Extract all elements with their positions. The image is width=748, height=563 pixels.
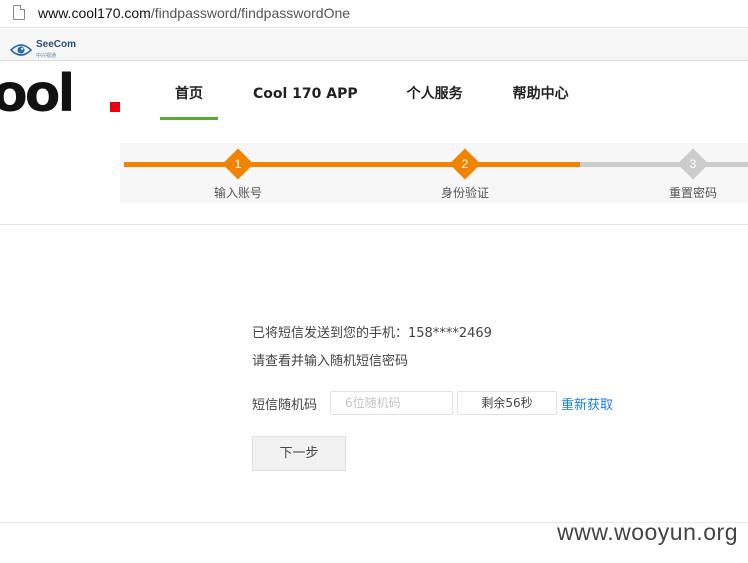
page-document-icon: [13, 5, 25, 20]
step-1-number: 1: [234, 157, 242, 171]
next-step-button[interactable]: 下一步: [252, 436, 346, 471]
progress-track-pending: [580, 162, 748, 167]
bookmark-seecom[interactable]: SeeCom 中兴视通: [9, 37, 77, 61]
step-2-number: 2: [461, 157, 469, 171]
sms-code-label: 短信随机码: [252, 398, 318, 413]
address-url[interactable]: www.cool170.com/findpassword/findpasswor…: [38, 4, 350, 22]
nav-item-personal-service[interactable]: 个人服务: [407, 62, 463, 120]
step-3-label: 重置密码: [668, 186, 717, 200]
browser-address-bar: www.cool170.com/findpassword/findpasswor…: [0, 0, 748, 28]
sms-code-row: 短信随机码 剩余56秒 重新获取: [252, 391, 692, 415]
nav-item-help-center[interactable]: 帮助中心: [513, 62, 569, 120]
sms-instruction: 请查看并输入随机短信密码: [252, 354, 409, 369]
url-domain: www.cool170.com: [38, 5, 151, 21]
step-1-marker: 1: [222, 148, 254, 180]
progress-steps: 1 输入账号 2 身份验证 3 重置密码: [120, 143, 748, 203]
sms-sent-message: 已将短信发送到您的手机：158****2469: [252, 326, 492, 341]
wooyun-watermark: www.wooyun.org: [557, 519, 738, 545]
seecom-name: SeeCom: [36, 39, 77, 50]
step-3-number: 3: [689, 157, 697, 171]
site-header: ool 首页 Cool 170 APP 个人服务 帮助中心: [0, 62, 748, 122]
step-2-marker: 2: [449, 148, 481, 180]
step-2-label: 身份验证: [440, 186, 489, 200]
step-3-marker: 3: [677, 148, 709, 180]
nav-item-home[interactable]: 首页: [160, 62, 218, 120]
progress-track-complete: [124, 162, 580, 167]
sms-code-input[interactable]: [330, 391, 453, 415]
bookmarks-bar: SeeCom 中兴视通: [0, 29, 748, 61]
resend-code-link[interactable]: 重新获取: [561, 394, 613, 413]
url-path: /findpassword/findpasswordOne: [150, 5, 351, 21]
seecom-subtitle: 中兴视通: [36, 53, 57, 59]
seecom-eye-icon: [9, 42, 33, 56]
nav-item-app[interactable]: Cool 170 APP: [253, 62, 358, 120]
cool-logo[interactable]: ool: [0, 68, 75, 120]
step-1-label: 输入账号: [213, 186, 262, 200]
main-nav: 首页 Cool 170 APP 个人服务 帮助中心: [160, 62, 569, 120]
sms-verification-form: 已将短信发送到您的手机：158****2469 请查看并输入随机短信密码 短信随…: [252, 325, 692, 471]
section-divider: [0, 224, 748, 225]
logo-red-dot: [110, 102, 120, 112]
countdown-timer: 剩余56秒: [457, 391, 557, 415]
